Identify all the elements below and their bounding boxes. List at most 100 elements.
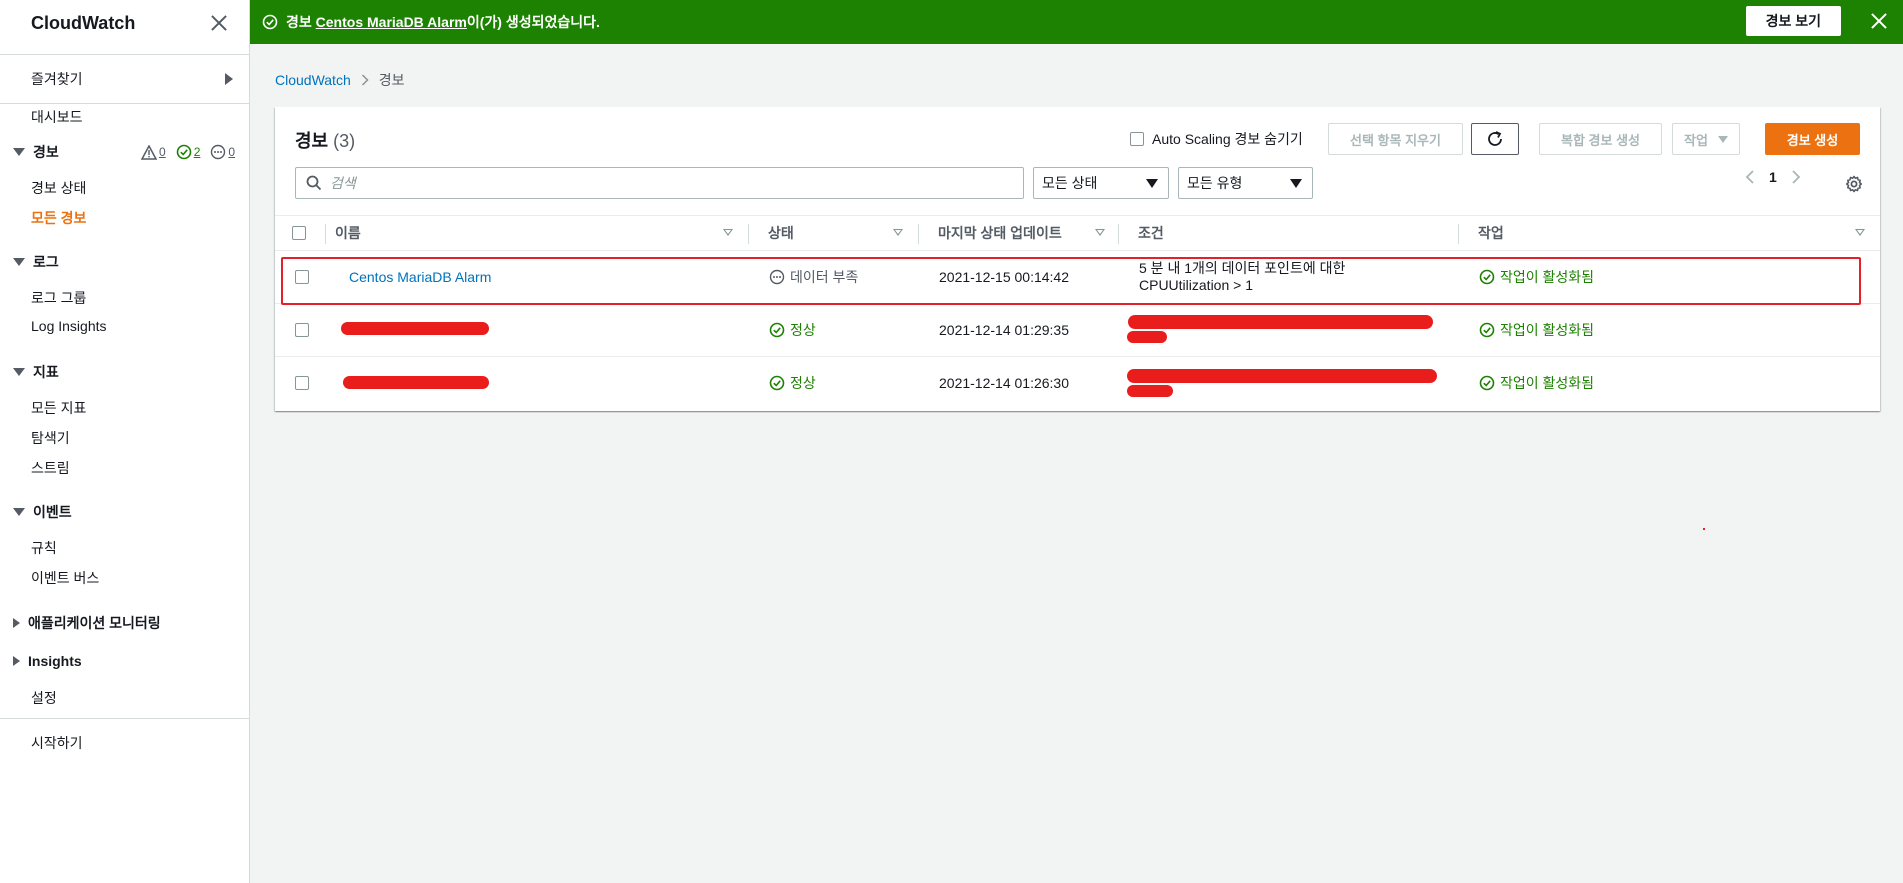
sidebar-item-event-buses[interactable]: 이벤트 버스 xyxy=(31,568,99,588)
status-badge: 정상 xyxy=(769,320,816,340)
sidebar-item-explorer[interactable]: 탐색기 xyxy=(31,428,70,448)
sidebar-item-favorites[interactable]: 즐겨찾기 xyxy=(0,54,249,104)
chevron-right-icon[interactable] xyxy=(1791,169,1801,185)
check-circle-icon xyxy=(176,144,191,160)
sidebar-group-metrics[interactable]: 지표 xyxy=(13,362,59,382)
table-row[interactable]: 정상 2021-12-14 01:26:30 작업이 활성화됨 xyxy=(275,357,1880,410)
state-filter-select[interactable]: 모든 상태 xyxy=(1033,167,1169,199)
sidebar-item-settings[interactable]: 설정 xyxy=(31,688,57,708)
column-header-state[interactable]: 상태 xyxy=(768,216,794,250)
actions-status: 작업이 활성화됨 xyxy=(1479,267,1594,287)
redaction-mark xyxy=(1128,315,1433,329)
sidebar-item-dashboard[interactable]: 대시보드 xyxy=(31,107,83,127)
select-all-checkbox[interactable] xyxy=(292,226,306,240)
close-icon[interactable] xyxy=(211,15,227,31)
column-header-conditions: 조건 xyxy=(1138,225,1164,241)
sidebar-item-log-insights[interactable]: Log Insights xyxy=(31,318,107,334)
sort-icon[interactable] xyxy=(893,229,903,236)
caret-down-icon xyxy=(13,258,25,266)
caret-down-icon xyxy=(1717,135,1728,143)
caret-right-icon xyxy=(225,73,233,85)
success-flash-banner: 경보 Centos MariaDB Alarm이(가) 생성되었습니다. 경보 … xyxy=(250,0,1903,44)
check-circle-icon xyxy=(769,322,785,338)
column-divider xyxy=(1458,224,1459,244)
status-badge: 정상 xyxy=(769,373,816,393)
last-updated: 2021-12-14 01:26:30 xyxy=(939,375,1069,391)
sort-icon[interactable] xyxy=(723,229,733,236)
sidebar-group-label: 경보 xyxy=(33,144,59,160)
breadcrumb: CloudWatch 경보 xyxy=(275,70,405,90)
redaction-mark xyxy=(1127,385,1173,397)
type-filter-select[interactable]: 모든 유형 xyxy=(1178,167,1313,199)
sidebar-item-rules[interactable]: 규칙 xyxy=(31,538,57,558)
ok-count[interactable]: 2 xyxy=(176,144,200,160)
sidebar-item-streams[interactable]: 스트림 xyxy=(31,458,70,478)
ellipsis-circle-icon xyxy=(769,269,785,285)
pagination: 1 xyxy=(1745,169,1801,185)
chevron-left-icon[interactable] xyxy=(1745,169,1755,185)
hide-asg-checkbox[interactable] xyxy=(1130,132,1144,146)
check-circle-icon xyxy=(1479,375,1495,391)
table-header: 이름 상태 마지막 상태 업데이트 조건 작업 xyxy=(275,215,1880,251)
panel-title: 경보 (3) xyxy=(295,131,356,151)
check-circle-icon xyxy=(769,375,785,391)
search-input[interactable] xyxy=(330,175,980,191)
check-circle-icon xyxy=(1479,322,1495,338)
close-icon[interactable] xyxy=(1871,13,1887,29)
sidebar-group-label: 로그 xyxy=(33,254,59,270)
redaction-mark xyxy=(1127,331,1167,343)
alarm-name-link[interactable]: Centos MariaDB Alarm xyxy=(349,269,491,285)
divider xyxy=(0,718,249,719)
alarm-count[interactable]: 0 xyxy=(141,144,166,160)
caret-down-icon xyxy=(1290,178,1302,188)
sidebar-item-alarm-state[interactable]: 경보 상태 xyxy=(31,178,86,198)
breadcrumb-root-link[interactable]: CloudWatch xyxy=(275,72,351,88)
sidebar-item-log-groups[interactable]: 로그 그룹 xyxy=(31,288,86,308)
actions-dropdown[interactable]: 작업 xyxy=(1672,123,1740,155)
row-checkbox[interactable] xyxy=(295,270,309,284)
create-composite-alarm-button[interactable]: 복합 경보 생성 xyxy=(1539,123,1662,155)
gear-icon[interactable] xyxy=(1845,175,1863,193)
sidebar-item-all-alarms[interactable]: 모든 경보 xyxy=(31,208,86,228)
column-divider xyxy=(1118,224,1119,244)
column-divider xyxy=(748,224,749,244)
redaction-mark xyxy=(343,376,489,389)
caret-down-icon xyxy=(1146,178,1158,188)
hide-asg-alarms-toggle[interactable]: Auto Scaling 경보 숨기기 xyxy=(1130,129,1303,149)
refresh-button[interactable] xyxy=(1471,123,1519,155)
sidebar-group-alarms[interactable]: 경보 xyxy=(13,142,59,162)
redaction-mark xyxy=(1127,369,1437,383)
column-header-name[interactable]: 이름 xyxy=(335,216,361,250)
row-checkbox[interactable] xyxy=(295,323,309,337)
view-alarm-button[interactable]: 경보 보기 xyxy=(1745,6,1841,36)
actions-status: 작업이 활성화됨 xyxy=(1479,373,1594,393)
sidebar-title: CloudWatch xyxy=(31,12,136,33)
alarm-condition: 5 분 내 1개의 데이터 포인트에 대한 CPUUtilization > 1 xyxy=(1139,260,1346,293)
column-divider xyxy=(325,224,326,244)
sort-icon[interactable] xyxy=(1095,229,1105,236)
row-checkbox[interactable] xyxy=(295,376,309,390)
sidebar-group-events[interactable]: 이벤트 xyxy=(13,502,72,522)
caret-down-icon xyxy=(13,508,25,516)
column-header-last-updated[interactable]: 마지막 상태 업데이트 xyxy=(938,216,1062,250)
sidebar-group-app-monitoring[interactable]: 애플리케이션 모니터링 xyxy=(13,613,161,633)
check-circle-icon xyxy=(262,14,278,30)
sidebar: CloudWatch 즐겨찾기 대시보드 경보 0 2 0 경보 상태 모든 경… xyxy=(0,0,250,883)
search-field[interactable] xyxy=(295,167,1024,199)
table-row[interactable]: Centos MariaDB Alarm 데이터 부족 2021-12-15 0… xyxy=(275,251,1880,304)
status-badge: 데이터 부족 xyxy=(769,267,858,287)
sidebar-group-label: 애플리케이션 모니터링 xyxy=(28,615,161,631)
table-row[interactable]: 정상 2021-12-14 01:29:35 작업이 활성화됨 xyxy=(275,304,1880,357)
caret-down-icon xyxy=(13,368,25,376)
sidebar-item-getting-started[interactable]: 시작하기 xyxy=(31,733,83,753)
sidebar-group-logs[interactable]: 로그 xyxy=(13,252,59,272)
clear-selection-button[interactable]: 선택 항목 지우기 xyxy=(1328,123,1463,155)
flash-alarm-link[interactable]: Centos MariaDB Alarm xyxy=(316,14,467,30)
sidebar-group-insights[interactable]: Insights xyxy=(13,653,82,669)
create-alarm-button[interactable]: 경보 생성 xyxy=(1765,123,1860,155)
insufficient-count[interactable]: 0 xyxy=(210,144,235,160)
search-icon xyxy=(306,175,322,191)
current-page[interactable]: 1 xyxy=(1769,169,1777,185)
sidebar-item-all-metrics[interactable]: 모든 지표 xyxy=(31,398,86,418)
sort-icon[interactable] xyxy=(1855,229,1865,236)
